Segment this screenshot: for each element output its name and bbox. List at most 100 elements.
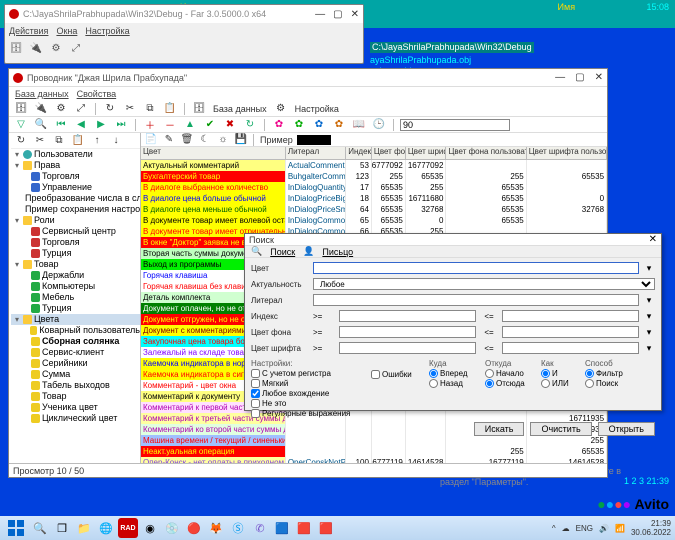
tree-node[interactable]: Торговля	[11, 171, 140, 182]
explorer-titlebar[interactable]: Проводник "Джая Шрила Прабхупада" — ▢ ✕	[9, 69, 607, 87]
search-menu-label[interactable]: Поиск	[270, 247, 295, 257]
tb-book-icon[interactable]: 📖	[351, 118, 367, 132]
tb-skype-icon[interactable]: Ⓢ	[228, 518, 248, 538]
tb-db-label[interactable]: База данных	[213, 104, 267, 114]
dropdown-icon[interactable]: ▾	[643, 327, 655, 338]
tree-up-icon[interactable]: ↑	[89, 134, 105, 148]
menu-database[interactable]: База данных	[15, 89, 69, 99]
dropdown-icon[interactable]: ▾	[643, 343, 655, 354]
tool-db-icon[interactable]: 🗄	[9, 41, 23, 55]
tree-cut-icon[interactable]: ✂	[32, 134, 48, 148]
tb-prev-icon[interactable]: ◀	[73, 118, 89, 132]
table-row[interactable]: В документе товар имеет волевой остатокI…	[141, 215, 607, 226]
tree-node[interactable]: Турция	[11, 303, 140, 314]
tb-paste-icon[interactable]: 📋	[162, 102, 178, 116]
expand-icon[interactable]: ▾	[13, 314, 21, 325]
tb-firefox-icon[interactable]: 🦊	[206, 518, 226, 538]
tree-node[interactable]: ▾Пользователи	[11, 149, 140, 160]
dropdown-icon[interactable]: ▾	[643, 311, 655, 322]
tree-node[interactable]: Преобразование числа в сл	[11, 193, 140, 204]
minimize-button[interactable]: —	[315, 9, 325, 20]
field-actual-select[interactable]: Любое	[313, 278, 655, 290]
gt-edit-icon[interactable]: ✎	[161, 133, 177, 147]
expand-icon[interactable]: ▾	[13, 149, 21, 160]
col-bg[interactable]: Цвет фона	[372, 147, 406, 159]
rb-find[interactable]: Поиск	[585, 379, 633, 388]
field-index-from[interactable]	[339, 310, 476, 322]
minimize-button[interactable]: —	[555, 72, 565, 83]
tb-settings-label[interactable]: Настройка	[295, 104, 339, 114]
menu-windows[interactable]: Окна	[56, 26, 77, 36]
tb-app2-icon[interactable]: 🟥	[294, 518, 314, 538]
tree-node[interactable]: Товар	[11, 391, 140, 402]
tree-node[interactable]: Торговля	[11, 237, 140, 248]
rb-and[interactable]: И	[541, 369, 577, 378]
col-index[interactable]: Индекс	[346, 147, 372, 159]
table-row[interactable]: Неакт.уальная операция25565535	[141, 446, 607, 457]
tb-cut-icon[interactable]: ✂	[122, 102, 138, 116]
tb-chrome-icon[interactable]: 🔴	[184, 518, 204, 538]
cb-neeto[interactable]: Не это	[251, 399, 363, 408]
tree-node[interactable]: ▾Роли	[11, 215, 140, 226]
tray-up-icon[interactable]: ^	[552, 524, 556, 533]
tree-copy-icon[interactable]: ⧉	[51, 134, 67, 148]
field-index-to[interactable]	[502, 310, 639, 322]
tb-cancel-icon[interactable]: ✖	[222, 118, 238, 132]
tray-date[interactable]: 30.06.2022	[631, 528, 671, 537]
tree-node[interactable]: Турция	[11, 248, 140, 259]
tree-node[interactable]: Коварный пользователь	[11, 325, 140, 336]
tree-node[interactable]: Серийники	[11, 358, 140, 369]
gt-new-icon[interactable]: 📄	[143, 133, 159, 147]
tray-lang[interactable]: ENG	[576, 524, 593, 533]
table-row[interactable]: Опер-Конск - нет оплаты в приходном счет…	[141, 457, 607, 463]
tray-cloud-icon[interactable]: ☁	[562, 524, 570, 533]
table-row[interactable]: Бухгалтерский товарBuhgalterCommod123255…	[141, 171, 607, 182]
close-button[interactable]: ✕	[351, 9, 359, 20]
tb-search-icon[interactable]: 🔍	[30, 518, 50, 538]
tree-node[interactable]: Сборная солянка	[11, 336, 140, 347]
tb-app3-icon[interactable]: 🟥	[316, 518, 336, 538]
tree-node[interactable]: Циклический цвет	[11, 413, 140, 424]
start-button[interactable]	[4, 519, 28, 537]
table-row[interactable]: В диалоге цена больше обычнойInDialogPri…	[141, 193, 607, 204]
tb-taskview-icon[interactable]: ❒	[52, 518, 72, 538]
expand-icon[interactable]: ▾	[13, 160, 21, 171]
tb-next-icon[interactable]: ▶	[93, 118, 109, 132]
cb-regex[interactable]: Регулярные выражения	[251, 409, 363, 418]
tb-cog2-icon[interactable]: ⚙	[273, 102, 289, 116]
tb-steam-icon[interactable]: ◉	[140, 518, 160, 538]
expand-icon[interactable]: ▾	[13, 215, 21, 226]
tree-node[interactable]: ▾Права	[11, 160, 140, 171]
tb-del-icon[interactable]: －	[162, 118, 178, 132]
tb-gear-icon[interactable]: ⚙	[53, 102, 69, 116]
close-icon[interactable]: ✕	[649, 234, 657, 245]
gt-sun-icon[interactable]: ☼	[215, 133, 231, 147]
tree-node[interactable]: Держабли	[11, 270, 140, 281]
rb-or[interactable]: ИЛИ	[541, 379, 577, 388]
gt-del-icon[interactable]: 🗑	[179, 133, 195, 147]
rb-here[interactable]: Отсюда	[485, 379, 533, 388]
tree-node[interactable]: ▾Товар	[11, 259, 140, 270]
search-titlebar[interactable]: Поиск ✕	[245, 234, 661, 246]
tree-refresh-icon[interactable]: ↻	[13, 134, 29, 148]
tb-first-icon[interactable]: ⏮	[53, 118, 69, 132]
tree-paste-icon[interactable]: 📋	[70, 134, 86, 148]
tb-rad-icon[interactable]: RAD	[118, 518, 138, 538]
rb-begin[interactable]: Начало	[485, 369, 533, 378]
tray-vol-icon[interactable]: 🔊	[599, 524, 609, 533]
tb-db2-icon[interactable]: 🗄	[191, 102, 207, 116]
col-user-bg[interactable]: Цвет фона пользователя	[446, 147, 526, 159]
tree-node[interactable]: Мебель	[11, 292, 140, 303]
tray-time[interactable]: 21:39	[631, 519, 671, 528]
gt-save-icon[interactable]: 💾	[233, 133, 249, 147]
field-bg-from[interactable]	[339, 326, 476, 338]
search-menu-writer[interactable]: Письцо	[322, 247, 353, 257]
table-row[interactable]: В диалоге выбранное количествоInDialogQu…	[141, 182, 607, 193]
tb-add-icon[interactable]: ＋	[142, 118, 158, 132]
cb-anyocc[interactable]: Любое вхождение	[251, 389, 363, 398]
tb-ok-icon[interactable]: ✔	[202, 118, 218, 132]
menu-actions[interactable]: Действия	[9, 26, 48, 36]
tb-filter-icon[interactable]: ▽	[13, 118, 29, 132]
cb-case[interactable]: С учетом регистра	[251, 369, 363, 378]
tb-flower1-icon[interactable]: ✿	[271, 118, 287, 132]
